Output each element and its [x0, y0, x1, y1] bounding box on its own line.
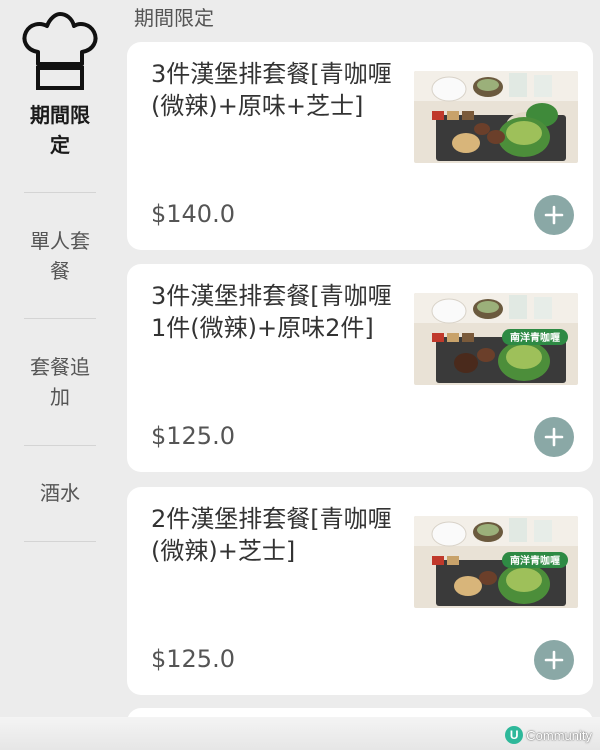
- plus-icon: [544, 427, 564, 447]
- menu-item-card[interactable]: 3件漢堡排套餐[青咖喱(微辣)+原味+芝士] $140.0: [127, 42, 593, 250]
- sidebar-item-limited[interactable]: 期間限定: [24, 100, 96, 160]
- menu-item-title: 3件漢堡排套餐[青咖喱(微辣)+原味+芝士]: [151, 60, 392, 120]
- sidebar-item-label: 單人套餐: [30, 229, 90, 283]
- menu-item-price: $125.0: [151, 422, 235, 450]
- plus-icon: [544, 205, 564, 225]
- menu-item-image: [414, 71, 578, 163]
- plus-icon: [544, 650, 564, 670]
- add-to-cart-button[interactable]: [534, 417, 574, 457]
- sidebar-item-label: 期間限定: [30, 103, 90, 157]
- sidebar-divider: [24, 192, 96, 193]
- watermark-text: Community: [526, 727, 592, 743]
- sidebar-item-single-set[interactable]: 單人套餐: [24, 226, 96, 286]
- watermark: U Community: [505, 725, 592, 745]
- sidebar-divider: [24, 318, 96, 319]
- image-badge-text: 南洋青咖喱: [510, 554, 560, 567]
- sidebar-item-drinks[interactable]: 酒水: [24, 478, 96, 508]
- menu-item-price: $125.0: [151, 645, 235, 673]
- menu-item-title: 2件漢堡排套餐[青咖喱(微辣)+芝士]: [151, 505, 392, 565]
- sidebar-divider: [24, 541, 96, 542]
- sidebar-item-label: 套餐追加: [30, 355, 90, 409]
- sidebar-item-set-addon[interactable]: 套餐追加: [24, 352, 96, 412]
- menu-item-image: 南洋青咖喱: [414, 516, 578, 608]
- image-badge-text: 南洋青咖喱: [510, 331, 560, 344]
- menu-item-title: 3件漢堡排套餐[青咖喱1件(微辣)+原味2件]: [151, 282, 392, 342]
- menu-item-card[interactable]: 3件漢堡排套餐[青咖喱1件(微辣)+原味2件] 南洋青咖喱 $125.0: [127, 264, 593, 472]
- sidebar-divider: [24, 445, 96, 446]
- add-to-cart-button[interactable]: [534, 640, 574, 680]
- menu-item-card[interactable]: 2件漢堡排套餐[青咖喱(微辣)+芝士] 南洋青咖喱 $125.0: [127, 487, 593, 695]
- section-title: 期間限定: [134, 6, 214, 30]
- menu-item-image: 南洋青咖喱: [414, 293, 578, 385]
- sidebar-item-label: 酒水: [40, 481, 80, 505]
- category-sidebar: 期間限定 單人套餐 套餐追加 酒水: [0, 0, 120, 750]
- chef-hat-icon: [22, 12, 98, 90]
- menu-item-price: $140.0: [151, 200, 235, 228]
- watermark-logo: U: [505, 726, 524, 744]
- add-to-cart-button[interactable]: [534, 195, 574, 235]
